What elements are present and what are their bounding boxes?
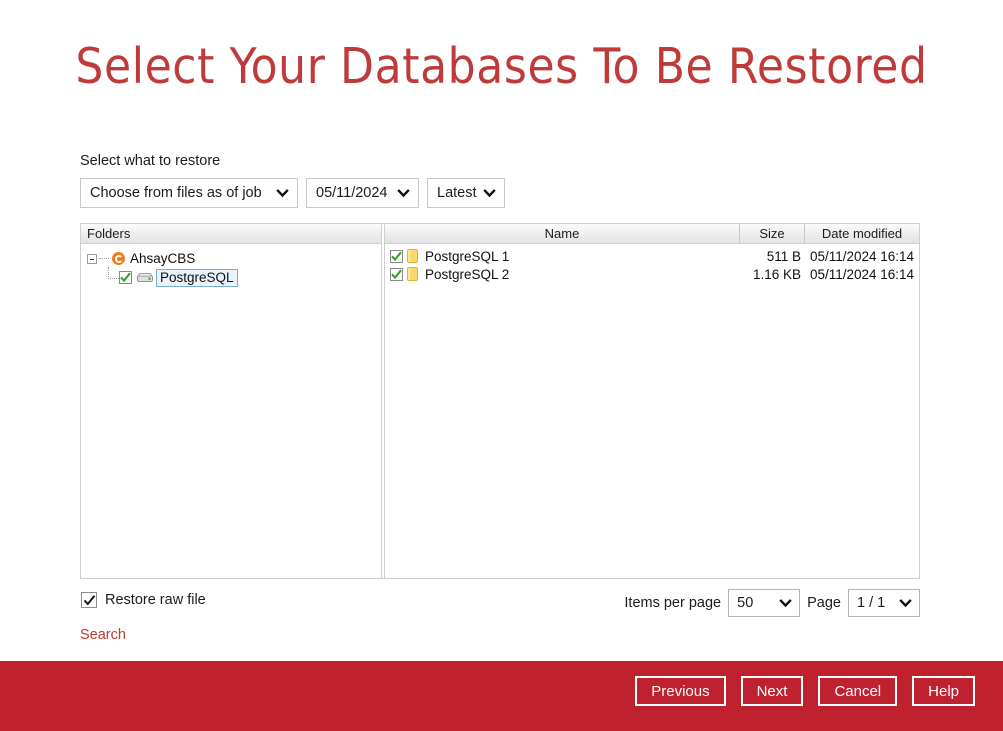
footer-bar: Previous Next Cancel Help: [0, 661, 1003, 731]
restore-raw-file-label: Restore raw file: [105, 592, 206, 608]
footer-button-group: Previous Next Cancel Help: [635, 676, 975, 706]
restore-raw-file-checkbox[interactable]: [81, 592, 97, 608]
restore-wizard-page: Select Your Databases To Be Restored Sel…: [0, 0, 1003, 731]
database-icon: [407, 249, 418, 263]
chevron-down-icon: [899, 597, 912, 610]
tree-node-postgresql[interactable]: PostgreSQL: [81, 268, 381, 287]
paging-controls: Items per page 50 Page 1 / 1: [624, 589, 920, 617]
next-button[interactable]: Next: [741, 676, 804, 706]
file-name: PostgreSQL 1: [425, 249, 737, 264]
file-size: 1.16 KB: [737, 267, 805, 282]
restore-source-label: Select what to restore: [80, 153, 220, 169]
folders-column-header: Folders: [81, 224, 381, 244]
restore-time-select[interactable]: Latest: [427, 178, 505, 208]
tree-node-checkbox[interactable]: [119, 271, 132, 284]
file-list-column-header: Name Size Date modified: [385, 224, 919, 244]
items-per-page-select[interactable]: 50: [728, 589, 800, 617]
restore-source-select[interactable]: Choose from files as of job: [80, 178, 298, 208]
tree-node-label: AhsayCBS: [130, 251, 195, 267]
file-date-modified: 05/11/2024 16:14: [805, 249, 919, 264]
chevron-down-icon: [483, 187, 496, 200]
page-title: Select Your Databases To Be Restored: [0, 38, 1003, 95]
collapse-toggle-icon[interactable]: [87, 254, 97, 264]
cancel-button[interactable]: Cancel: [818, 676, 897, 706]
restore-raw-file-option[interactable]: Restore raw file: [81, 592, 206, 608]
folder-tree[interactable]: AhsayCBS PostgreSQL: [81, 244, 381, 578]
ahsay-cbs-icon: [112, 252, 125, 265]
table-row[interactable]: PostgreSQL 2 1.16 KB 05/11/2024 16:14: [385, 265, 919, 283]
table-row[interactable]: PostgreSQL 1 511 B 05/11/2024 16:14: [385, 247, 919, 265]
restore-date-select[interactable]: 05/11/2024: [306, 178, 419, 208]
column-header-name[interactable]: Name: [385, 224, 740, 243]
restore-date-select-value: 05/11/2024: [316, 185, 388, 201]
restore-source-controls: Choose from files as of job 05/11/2024 L…: [80, 178, 505, 208]
browser-panels: Folders AhsayCBS: [80, 223, 920, 579]
column-header-size[interactable]: Size: [740, 224, 805, 243]
chevron-down-icon: [779, 597, 792, 610]
file-name: PostgreSQL 2: [425, 267, 737, 282]
file-size: 511 B: [737, 249, 805, 264]
restore-source-select-value: Choose from files as of job: [90, 185, 262, 201]
database-drive-icon: [137, 272, 153, 284]
column-header-date[interactable]: Date modified: [805, 224, 919, 243]
file-list-panel: Name Size Date modified PostgreSQL 1: [384, 224, 919, 578]
folder-tree-panel: Folders AhsayCBS: [81, 224, 382, 578]
items-per-page-value: 50: [737, 595, 753, 611]
database-icon: [407, 267, 418, 281]
folders-column-header-label: Folders: [87, 226, 130, 241]
page-select[interactable]: 1 / 1: [848, 589, 920, 617]
chevron-down-icon: [397, 187, 410, 200]
page-value: 1 / 1: [857, 595, 885, 611]
page-label: Page: [807, 595, 841, 611]
search-link[interactable]: Search: [80, 627, 126, 643]
tree-connector: [105, 272, 117, 284]
file-date-modified: 05/11/2024 16:14: [805, 267, 919, 282]
chevron-down-icon: [276, 187, 289, 200]
items-per-page-label: Items per page: [624, 595, 721, 611]
tree-connector: [99, 258, 109, 259]
restore-time-select-value: Latest: [437, 185, 477, 201]
previous-button[interactable]: Previous: [635, 676, 725, 706]
file-row-checkbox[interactable]: [390, 268, 403, 281]
help-button[interactable]: Help: [912, 676, 975, 706]
file-row-checkbox[interactable]: [390, 250, 403, 263]
tree-node-label-selected: PostgreSQL: [156, 269, 238, 287]
file-list: PostgreSQL 1 511 B 05/11/2024 16:14 Po: [385, 244, 919, 578]
tree-node-ahsaycbs[interactable]: AhsayCBS: [81, 249, 381, 268]
